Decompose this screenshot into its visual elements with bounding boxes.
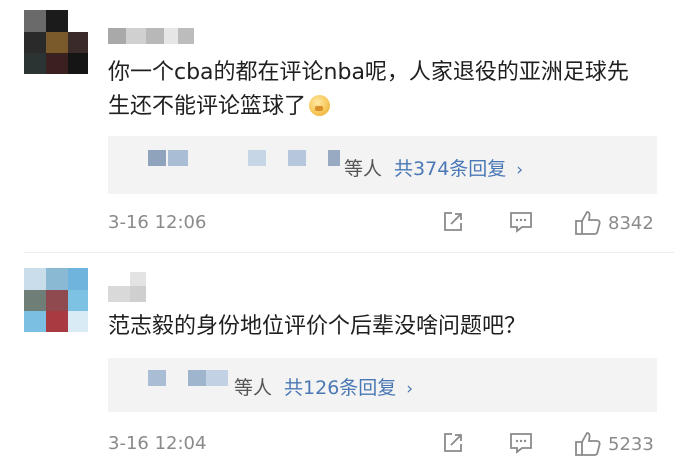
avatar[interactable] <box>24 268 88 332</box>
comment-icon <box>510 212 532 233</box>
share-icon <box>444 433 462 452</box>
share-icon <box>444 212 462 231</box>
timestamp: 3-16 12:06 <box>108 212 207 233</box>
replies-preview[interactable]: 等人 共126条回复 › <box>108 358 657 412</box>
thumbs-up-icon <box>575 211 601 235</box>
comment-text: 范志毅的身份地位评价个后辈没啥问题吧？ <box>108 314 527 339</box>
comment-item: 你一个cba的都在评论nba呢，人家退役的亚洲足球先生还不能评论篮球了 等人 共3… <box>0 0 674 240</box>
comment-text: 你一个cba的都在评论nba呢，人家退役的亚洲足球先生还不能评论篮球了 <box>108 60 629 119</box>
reply-button[interactable] <box>508 431 536 459</box>
replies-link[interactable]: 等人 共126条回复 › <box>234 373 413 400</box>
divider <box>24 252 674 253</box>
timestamp: 3-16 12:04 <box>108 433 207 454</box>
replies-link[interactable]: 等人 共374条回复 › <box>344 154 523 181</box>
comment-item: 范志毅的身份地位评价个后辈没啥问题吧？ 等人 共126条回复 › 3-16 12:0… <box>0 258 674 464</box>
thumbs-up-icon <box>575 432 601 456</box>
like-count: 5233 <box>608 434 654 455</box>
reply-button[interactable] <box>508 210 536 238</box>
shush-emoji-icon <box>309 95 331 116</box>
replies-preview[interactable]: 等人 共374条回复 › <box>108 136 657 194</box>
like-button[interactable]: 8342 <box>574 210 664 238</box>
share-button[interactable] <box>441 431 469 459</box>
like-button[interactable]: 5233 <box>574 431 664 459</box>
comment-icon <box>510 433 532 454</box>
share-button[interactable] <box>441 210 469 238</box>
avatar[interactable] <box>24 10 88 74</box>
like-count: 8342 <box>608 213 654 234</box>
